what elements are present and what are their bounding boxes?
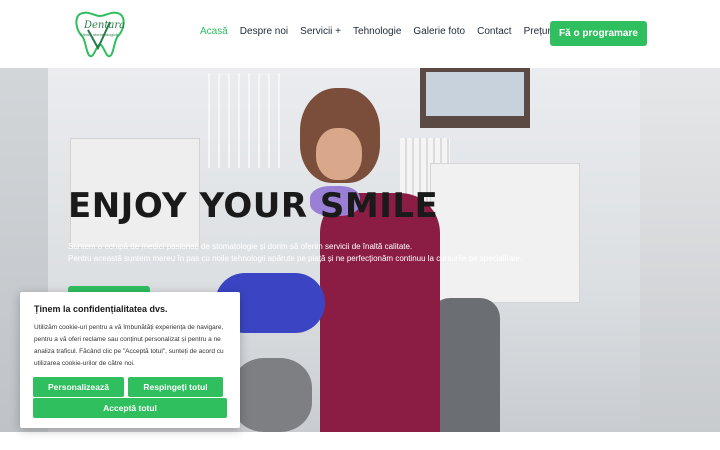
hero-description-line1: Suntem o echipă de medici pasionați de s… [68,242,413,251]
dentist-scrubs [320,193,440,432]
nav-item-galerie-foto[interactable]: Galerie foto [413,26,465,37]
cookie-body-text: Utilizăm cookie-uri pentru a vă îmbunătă… [34,324,224,367]
nav-item-contact[interactable]: Contact [477,26,511,37]
logo-subtitle: Clinică stomatologică [80,32,118,37]
appointment-button[interactable]: Fă o programare [550,21,647,46]
dentist-face [316,128,362,180]
hero-description-line2: Pentru această suntem mereu în pas cu no… [68,254,523,263]
nav-item-servicii[interactable]: Servicii + [300,26,341,37]
nav-item-acasa[interactable]: Acasă [200,26,228,37]
hero-title: ENJOY YOUR SMILE [68,186,439,226]
cabinet-right [430,163,580,303]
reject-all-button[interactable]: Respingeți totul [128,377,223,397]
window-glass [426,72,524,116]
nav-item-despre-noi[interactable]: Despre noi [240,26,288,37]
patient-head [232,358,312,432]
logo-text: Dentara [84,20,126,31]
nav-item-tehnologie[interactable]: Tehnologie [353,26,401,37]
page-bottom [0,432,720,450]
hero-side-image-right [640,68,720,432]
accept-all-button[interactable]: Acceptă totul [33,398,227,418]
dental-chair [430,298,500,432]
site-header: Dentara Clinică stomatologică Acasă Desp… [0,0,720,68]
cookie-title: Ținem la confidențialitatea dvs. [34,304,168,314]
nav-item-preturi[interactable]: Prețuri [524,26,553,37]
cookie-consent-dialog: Ținem la confidențialitatea dvs. Utiliză… [20,292,240,428]
customize-button[interactable]: Personalizează [33,377,124,397]
instrument-tray [200,73,280,168]
main-nav: Acasă Despre noi Servicii + Tehnologie G… [200,26,565,37]
